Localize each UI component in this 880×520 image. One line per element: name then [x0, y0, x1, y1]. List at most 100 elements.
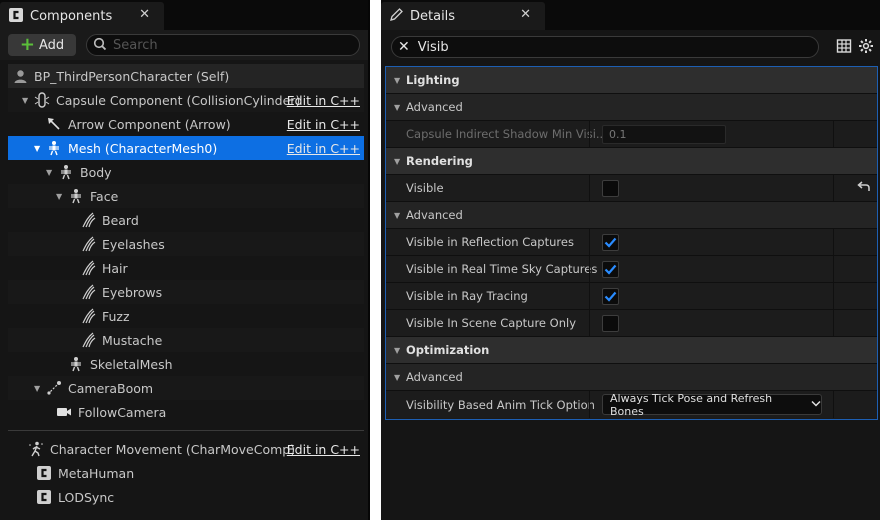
category-label: Rendering [406, 154, 473, 168]
tab-details[interactable]: Details ✕ [381, 2, 545, 30]
property-anim-tick-option: Visibility Based Anim Tick Option Always… [386, 391, 877, 418]
tree-separator [8, 430, 364, 431]
subcategory-advanced[interactable]: ▼ Advanced [386, 94, 877, 121]
visible-checkbox[interactable] [602, 179, 619, 197]
scene-capture-only-checkbox[interactable] [602, 314, 619, 332]
clear-search-icon[interactable]: ✕ [398, 39, 410, 55]
tree-row-label: SkeletalMesh [90, 356, 173, 372]
property-value-cell: 0.1 [589, 121, 833, 147]
tree-row-hair[interactable]: Hair [8, 256, 364, 280]
close-icon[interactable]: ✕ [520, 7, 531, 22]
tree-row-capsule[interactable]: ▼ Capsule Component (CollisionCylinder) … [8, 88, 364, 112]
sky-captures-checkbox[interactable] [602, 260, 619, 278]
tree-row-arrow[interactable]: Arrow Component (Arrow) Edit in C++ [8, 112, 364, 136]
reset-to-default-icon[interactable] [857, 180, 871, 196]
details-panel: Details ✕ ✕ Visib ▼ Lighting ▼ Advanced [381, 0, 880, 520]
tree-row-beard[interactable]: Beard [8, 208, 364, 232]
property-label: Visibility Based Anim Tick Option [406, 397, 595, 412]
add-component-button[interactable]: + Add [8, 34, 76, 56]
property-extra-cell [833, 175, 877, 201]
anim-tick-option-dropdown[interactable]: Always Tick Pose and Refresh Bones [602, 391, 822, 418]
expand-arrow-icon[interactable]: ▼ [56, 192, 66, 201]
tree-row-character-movement[interactable]: Character Movement (CharMoveComp) Edit i… [8, 437, 364, 461]
ray-tracing-checkbox[interactable] [602, 287, 619, 305]
plus-icon: + [19, 34, 35, 55]
tree-row-self[interactable]: BP_ThirdPersonCharacter (Self) [8, 64, 364, 88]
property-extra-cell [833, 229, 877, 255]
collapse-arrow-icon[interactable]: ▼ [394, 103, 406, 112]
tree-row-eyebrows[interactable]: Eyebrows [8, 280, 364, 304]
expand-arrow-icon[interactable]: ▼ [22, 96, 32, 105]
property-visible-in-scene-capture-only: Visible In Scene Capture Only [386, 310, 877, 337]
camera-icon [56, 404, 72, 420]
tree-row-label: Fuzz [102, 308, 130, 324]
tree-row-cameraboom[interactable]: ▼ CameraBoom [8, 376, 364, 400]
groom-hair-icon [80, 212, 96, 228]
components-tab-title: Components [30, 8, 113, 24]
groom-hair-icon [80, 236, 96, 252]
dropdown-value: Always Tick Pose and Refresh Bones [610, 391, 773, 418]
reflection-captures-checkbox[interactable] [602, 233, 619, 251]
details-search-input[interactable]: ✕ Visib [391, 36, 819, 58]
property-matrix-icon[interactable] [836, 38, 852, 57]
details-search-row: ✕ Visib [391, 36, 880, 58]
close-icon[interactable]: ✕ [139, 7, 150, 22]
collapse-arrow-icon[interactable]: ▼ [394, 211, 406, 220]
property-extra-cell [833, 283, 877, 309]
property-visible-in-ray-tracing: Visible in Ray Tracing [386, 283, 877, 310]
expand-arrow-icon[interactable]: ▼ [34, 384, 44, 393]
collapse-arrow-icon[interactable]: ▼ [394, 157, 406, 166]
pencil-icon [389, 7, 404, 25]
category-rendering[interactable]: ▼ Rendering [386, 148, 877, 175]
tree-row-skeletalmesh[interactable]: SkeletalMesh [8, 352, 364, 376]
details-tabbar: Details ✕ [381, 0, 880, 30]
person-icon [12, 68, 28, 84]
blueprint-class-icon [8, 7, 24, 26]
property-value-cell [589, 229, 833, 255]
tree-row-face[interactable]: ▼ Face [8, 184, 364, 208]
tree-row-label: Beard [102, 212, 139, 228]
tree-row-mesh[interactable]: ▼ Mesh (CharacterMesh0) Edit in C++ [8, 136, 364, 160]
edit-in-cpp-link[interactable]: Edit in C++ [287, 117, 360, 132]
components-toolbar: + Add Search [0, 30, 368, 60]
settings-gear-icon[interactable] [858, 38, 874, 57]
subcategory-advanced[interactable]: ▼ Advanced [386, 364, 877, 391]
capsule-collision-icon [34, 92, 50, 108]
tree-row-label: LODSync [58, 489, 115, 505]
tree-row-label: Arrow Component (Arrow) [68, 116, 231, 132]
edit-in-cpp-link[interactable]: Edit in C++ [287, 141, 360, 156]
collapse-arrow-icon[interactable]: ▼ [394, 373, 406, 382]
tree-row-label: Face [90, 188, 119, 204]
edit-in-cpp-link[interactable]: Edit in C++ [287, 442, 360, 457]
property-label: Visible in Real Time Sky Captures [406, 262, 598, 276]
property-value-cell [589, 256, 833, 282]
property-value-cell: Always Tick Pose and Refresh Bones [589, 391, 833, 418]
tree-row-metahuman[interactable]: MetaHuman [8, 461, 364, 485]
checkmark-icon [604, 264, 617, 275]
chevron-down-icon [811, 399, 821, 410]
property-extra-cell [833, 256, 877, 282]
expand-arrow-icon[interactable]: ▼ [46, 168, 56, 177]
tree-row-fuzz[interactable]: Fuzz [8, 304, 364, 328]
tree-row-eyelashes[interactable]: Eyelashes [8, 232, 364, 256]
tree-row-mustache[interactable]: Mustache [8, 328, 364, 352]
category-optimization[interactable]: ▼ Optimization [386, 337, 877, 364]
character-movement-icon [28, 441, 44, 457]
tree-row-followcamera[interactable]: FollowCamera [8, 400, 364, 424]
tree-row-lodsync[interactable]: LODSync [8, 485, 364, 509]
tree-row-label: Body [80, 164, 112, 180]
expand-arrow-icon[interactable]: ▼ [34, 144, 44, 153]
tree-row-body[interactable]: ▼ Body [8, 160, 364, 184]
skeletal-mesh-icon [68, 356, 84, 372]
details-tab-title: Details [410, 8, 456, 24]
collapse-arrow-icon[interactable]: ▼ [394, 76, 406, 85]
category-lighting[interactable]: ▼ Lighting [386, 67, 877, 94]
category-label: Lighting [406, 73, 460, 87]
edit-in-cpp-link[interactable]: Edit in C++ [287, 93, 360, 108]
components-search-input[interactable]: Search [86, 34, 360, 56]
collapse-arrow-icon[interactable]: ▼ [394, 346, 406, 355]
subcategory-advanced[interactable]: ▼ Advanced [386, 202, 877, 229]
tab-components[interactable]: Components ✕ [0, 2, 164, 30]
property-value-cell [589, 310, 833, 336]
shadow-min-visibility-input[interactable]: 0.1 [602, 124, 726, 144]
